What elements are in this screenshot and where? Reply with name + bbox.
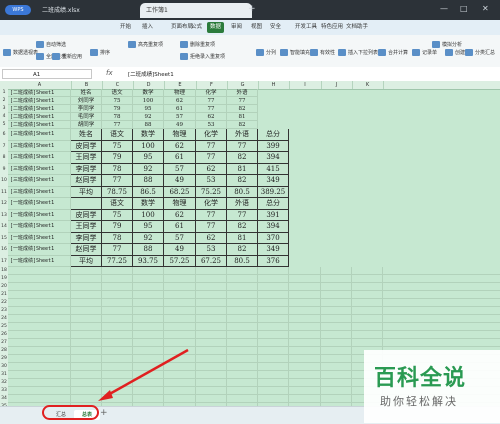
watermark-subtitle: 助你轻松解决 bbox=[380, 395, 458, 408]
watermark-title: 百科全说 bbox=[374, 366, 467, 391]
watermark-badge: 百科全说 助你轻松解决 bbox=[364, 350, 500, 423]
